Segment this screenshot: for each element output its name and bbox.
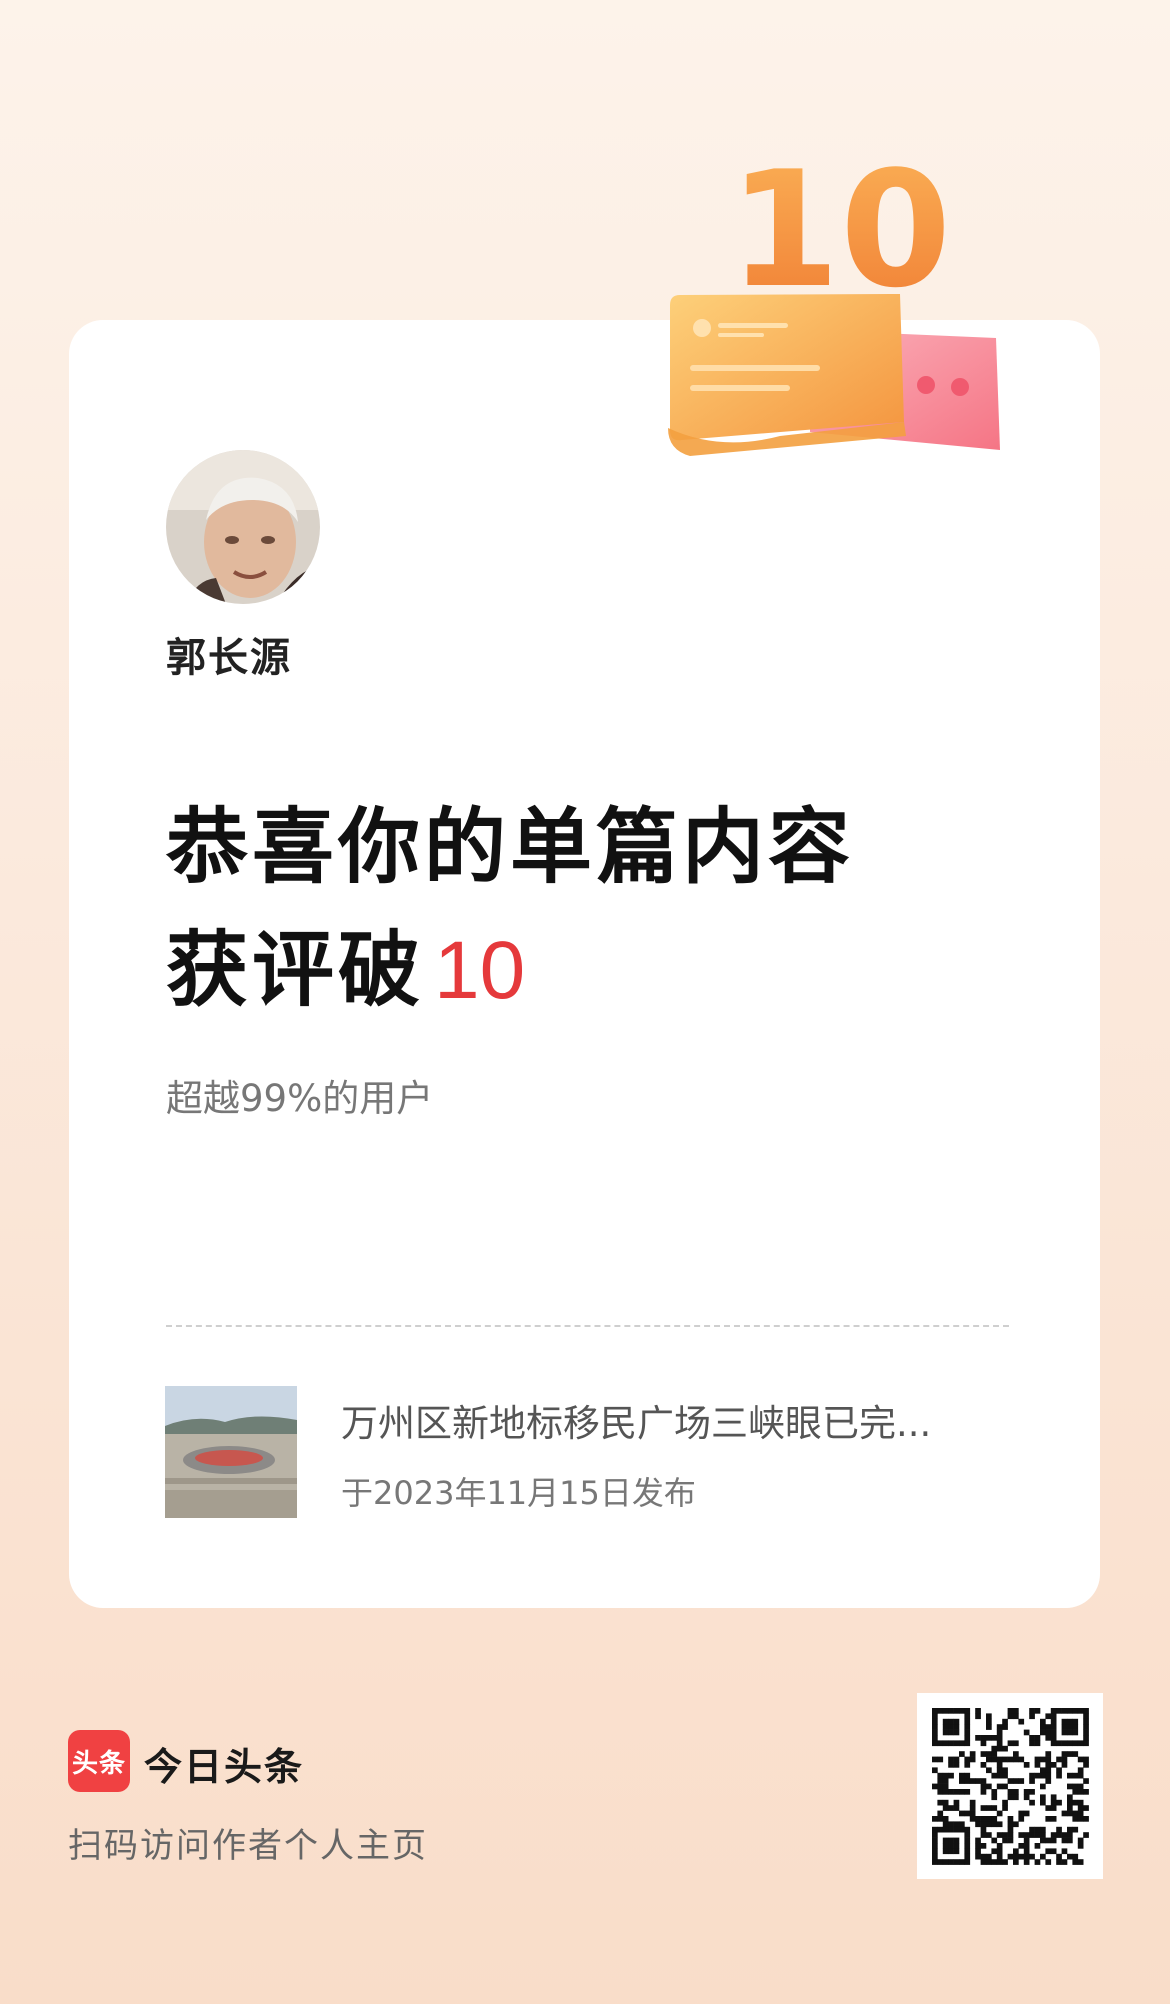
headline-line-1: 恭喜你的单篇内容 <box>166 800 855 895</box>
author-name[interactable]: 郭长源 <box>166 625 292 683</box>
app-name: 今日头条 <box>144 1745 305 1789</box>
dashed-divider <box>166 1325 1009 1327</box>
headline-number: 10 <box>434 925 526 1016</box>
achievement-badge-illustration: 10 <box>668 140 1000 456</box>
headline-prefix: 获评破 <box>166 923 425 1018</box>
percentile-subtitle: 超越99%的用户 <box>166 1077 434 1120</box>
article-publish-date: 于2023年11月15日发布 <box>341 1474 696 1512</box>
article-thumbnail[interactable] <box>165 1386 297 1518</box>
scan-hint: 扫码访问作者个人主页 <box>68 1826 428 1866</box>
logo-text: 头条 <box>71 1748 126 1779</box>
headline-line-2: 获评破 10 <box>166 930 1066 1012</box>
author-avatar[interactable] <box>166 450 320 604</box>
article-title[interactable]: 万州区新地标移民广场三峡眼已完... <box>341 1393 1011 1447</box>
toutiao-logo: 头条 <box>68 1730 130 1792</box>
qr-code[interactable] <box>917 1693 1103 1879</box>
